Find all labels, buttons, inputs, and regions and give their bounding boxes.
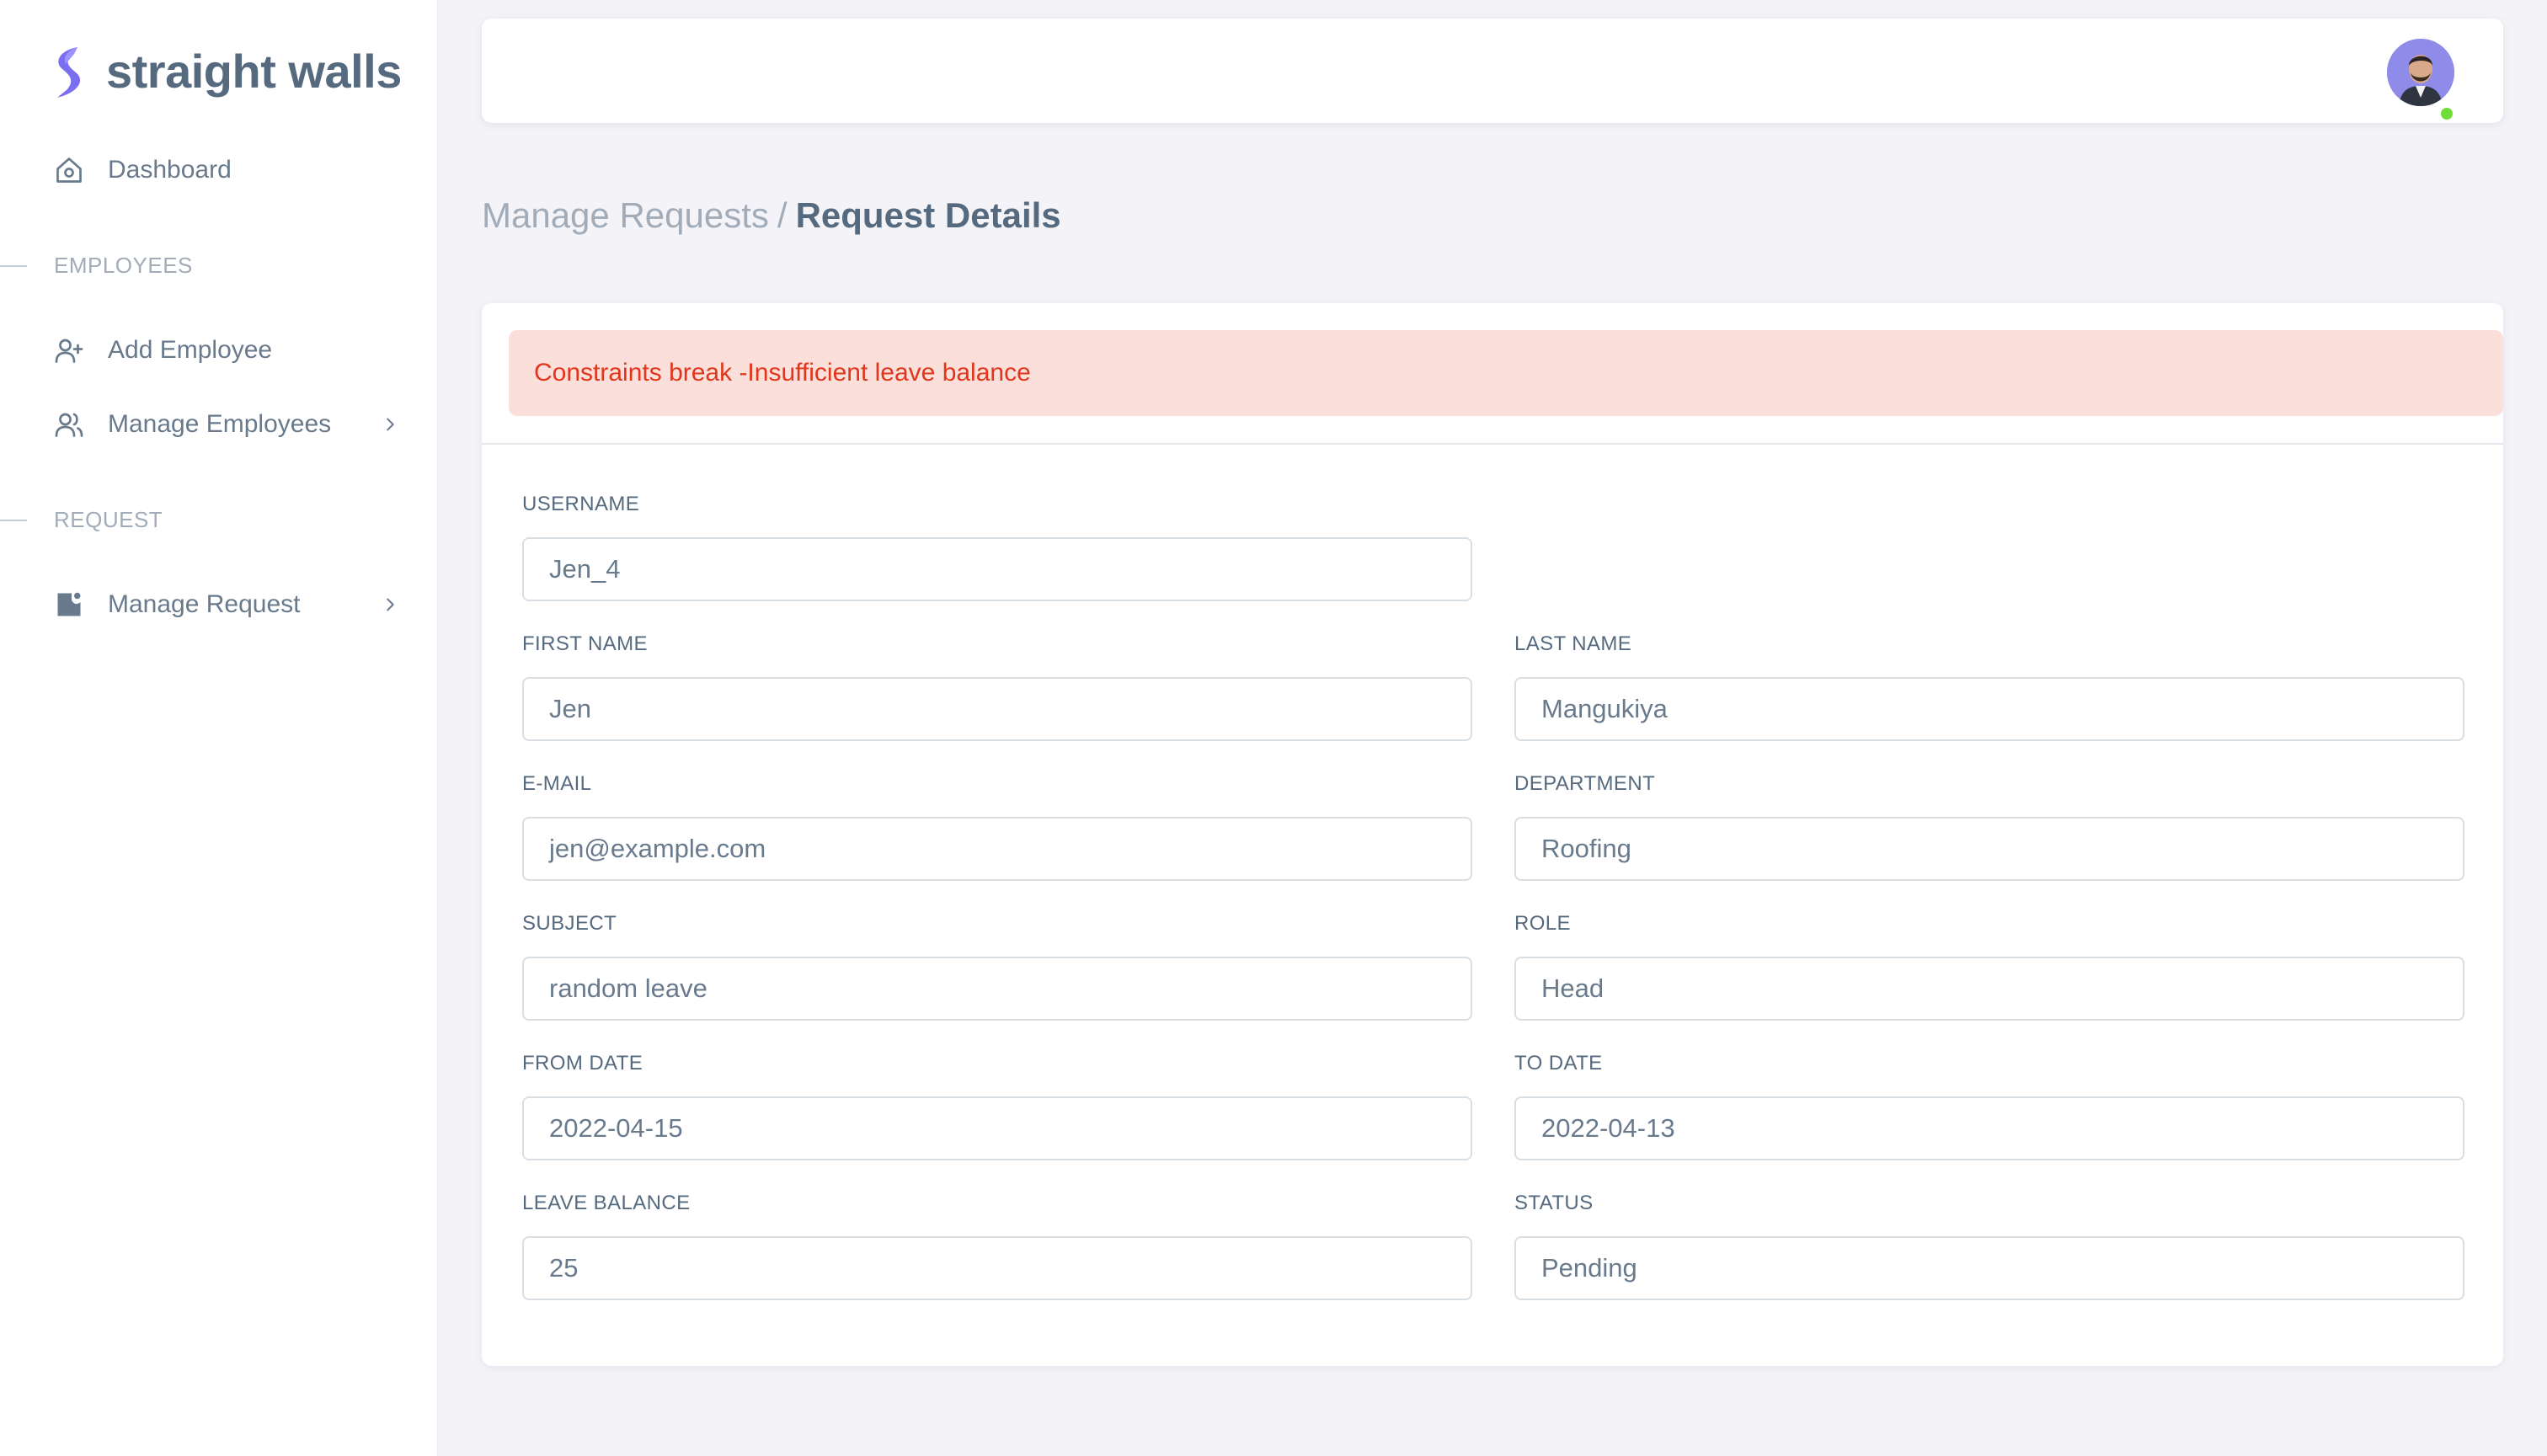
field-label: STATUS bbox=[1514, 1192, 1594, 1214]
nav-section-employees: EMPLOYEES bbox=[0, 253, 193, 279]
email-input[interactable]: jen@example.com bbox=[522, 817, 1472, 881]
breadcrumb-parent[interactable]: Manage Requests bbox=[482, 195, 769, 235]
username-input[interactable]: Jen_4 bbox=[522, 537, 1472, 601]
field-label: E-MAIL bbox=[522, 772, 592, 795]
leave-balance-input[interactable]: 25 bbox=[522, 1236, 1472, 1300]
last-name-field: LAST NAME Mangukiya bbox=[1514, 632, 2464, 741]
department-input[interactable]: Roofing bbox=[1514, 817, 2464, 881]
page-title: Request Details bbox=[795, 195, 1061, 235]
username-field: USERNAME Jen_4 bbox=[522, 492, 1472, 601]
first-name-input[interactable]: Jen bbox=[522, 677, 1472, 741]
sidebar-item-manage-request[interactable]: Manage Request bbox=[54, 589, 399, 620]
sidebar: straight walls Dashboard EMPLOYEES Add E… bbox=[0, 0, 438, 1456]
field-label: LEAVE BALANCE bbox=[522, 1192, 691, 1214]
field-label: USERNAME bbox=[522, 493, 640, 515]
from-date-field: FROM DATE 2022-04-15 bbox=[522, 1051, 1472, 1160]
first-name-field: FIRST NAME Jen bbox=[522, 632, 1472, 741]
request-details-card: Constraints break -Insufficient leave ba… bbox=[482, 303, 2503, 1366]
user-plus-icon bbox=[55, 339, 83, 363]
subject-input[interactable]: random leave bbox=[522, 957, 1472, 1021]
error-alert: Constraints break -Insufficient leave ba… bbox=[509, 330, 2503, 416]
sidebar-item-label: Add Employee bbox=[108, 336, 273, 364]
chevron-right-icon bbox=[387, 598, 394, 611]
breadcrumb: Manage Requests / Request Details bbox=[482, 190, 1061, 241]
top-navbar bbox=[482, 19, 2503, 123]
sidebar-item-label: Manage Employees bbox=[108, 410, 332, 438]
field-label: ROLE bbox=[1514, 912, 1571, 935]
chevron-right-icon bbox=[387, 418, 394, 431]
to-date-input[interactable]: 2022-04-13 bbox=[1514, 1096, 2464, 1160]
avatar[interactable] bbox=[2387, 39, 2454, 106]
role-field: ROLE Head bbox=[1514, 911, 2464, 1021]
last-name-input[interactable]: Mangukiya bbox=[1514, 677, 2464, 741]
role-input[interactable]: Head bbox=[1514, 957, 2464, 1021]
section-title: EMPLOYEES bbox=[54, 253, 193, 278]
brand-name: straight walls bbox=[106, 45, 402, 98]
section-title: REQUEST bbox=[54, 507, 163, 532]
email-field: E-MAIL jen@example.com bbox=[522, 771, 1472, 881]
subject-field: SUBJECT random leave bbox=[522, 911, 1472, 1021]
home-icon bbox=[56, 157, 82, 183]
field-label: FROM DATE bbox=[522, 1052, 643, 1075]
status-input[interactable]: Pending bbox=[1514, 1236, 2464, 1300]
field-label: LAST NAME bbox=[1514, 632, 1632, 655]
breadcrumb-separator: / bbox=[777, 195, 788, 235]
field-label: FIRST NAME bbox=[522, 632, 648, 655]
to-date-field: TO DATE 2022-04-13 bbox=[1514, 1051, 2464, 1160]
users-icon bbox=[55, 413, 83, 437]
brand[interactable]: straight walls bbox=[49, 44, 402, 99]
field-label: DEPARTMENT bbox=[1514, 772, 1656, 795]
field-label: TO DATE bbox=[1514, 1052, 1603, 1075]
department-field: DEPARTMENT Roofing bbox=[1514, 771, 2464, 881]
request-folder-icon bbox=[57, 592, 81, 616]
user-avatar-icon bbox=[2387, 39, 2454, 106]
nav-section-request: REQUEST bbox=[0, 507, 163, 533]
section-divider bbox=[0, 264, 27, 267]
brand-logo-icon bbox=[57, 47, 81, 98]
sidebar-item-label: Manage Request bbox=[108, 590, 301, 618]
online-status-dot bbox=[2438, 104, 2456, 123]
field-label: SUBJECT bbox=[522, 912, 617, 935]
sidebar-item-dashboard[interactable]: Dashboard bbox=[54, 155, 399, 185]
card-divider bbox=[482, 443, 2503, 445]
sidebar-item-add-employee[interactable]: Add Employee bbox=[54, 335, 399, 365]
status-field: STATUS Pending bbox=[1514, 1191, 2464, 1300]
sidebar-item-label: Dashboard bbox=[108, 156, 232, 184]
section-divider bbox=[0, 519, 27, 521]
from-date-input[interactable]: 2022-04-15 bbox=[522, 1096, 1472, 1160]
sidebar-item-manage-employees[interactable]: Manage Employees bbox=[54, 409, 399, 440]
leave-balance-field: LEAVE BALANCE 25 bbox=[522, 1191, 1472, 1300]
